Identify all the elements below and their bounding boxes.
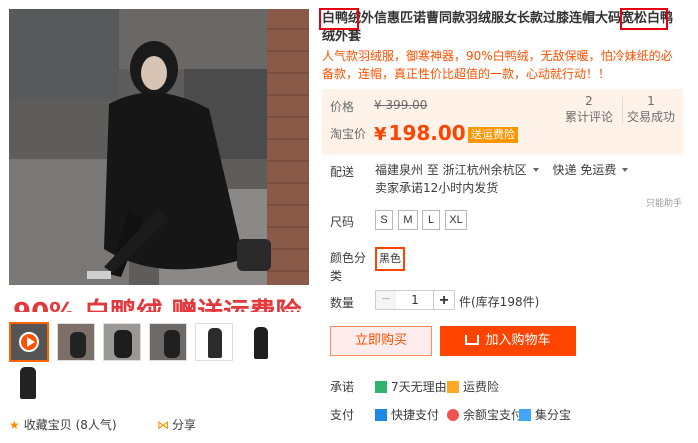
thumbnail-5[interactable] (195, 323, 233, 361)
current-price-value: 198.00 (388, 121, 466, 145)
payment-quick[interactable]: 快捷支付 (375, 406, 439, 423)
add-to-cart-button[interactable]: 加入购物车 (440, 326, 576, 356)
payment-jifenbao-label: 集分宝 (535, 408, 572, 422)
shipping-label: 配送 (330, 165, 355, 179)
sales-count: 1 (647, 94, 655, 108)
promise-7day-label: 7天无理由 (391, 380, 447, 394)
insurance-icon (447, 381, 459, 393)
size-option-xl[interactable]: XL (445, 210, 467, 230)
sales-count-stat: 1 交易成功 (621, 93, 681, 125)
shipping-info: 福建泉州 至 浙江杭州余杭区 快递 免运费 卖家承诺12小时内发货 (375, 161, 675, 197)
promise-label: 承诺 (330, 380, 355, 394)
thumbnail-4[interactable] (149, 323, 187, 361)
shipping-method-value: 快递 免运费 (552, 163, 617, 177)
payment-yuebao[interactable]: 余额宝支付 (447, 406, 523, 423)
color-option-black[interactable]: 黑色 (375, 247, 405, 271)
ship-from: 福建泉州 至 (375, 163, 439, 177)
payment-label: 支付 (330, 408, 355, 422)
thumbnail-2[interactable] (57, 323, 95, 361)
share-label: 分享 (172, 418, 197, 432)
size-option-s[interactable]: S (375, 210, 393, 230)
play-video-icon[interactable] (19, 332, 39, 352)
size-option-l[interactable]: L (422, 210, 440, 230)
thumbnail-1[interactable] (9, 322, 49, 362)
ship-promise: 卖家承诺12小时内发货 (375, 181, 499, 195)
stock-text: 件(库存198件) (459, 295, 540, 309)
size-option-m[interactable]: M (398, 210, 418, 230)
sales-count-label: 交易成功 (626, 110, 675, 124)
review-count-stat[interactable]: 2 累计评论 (559, 93, 619, 125)
payment-yuebao-label: 余额宝支付 (463, 408, 524, 422)
review-count-label: 累计评论 (564, 110, 613, 124)
product-photo (9, 9, 309, 312)
thumbnail-3[interactable] (103, 323, 141, 361)
promise-7day[interactable]: 7天无理由 (375, 378, 447, 395)
assistant-note: 只能助手 (646, 199, 683, 209)
review-count: 2 (585, 94, 593, 108)
buy-now-button[interactable]: 立即购买 (330, 326, 432, 356)
promo-banner-text: 90% 白鸭绒 赠送运费险 (13, 292, 301, 312)
share-icon: ⋈ (157, 418, 169, 432)
quantity-decrease-button[interactable]: − (375, 290, 397, 310)
seven-day-icon (375, 381, 387, 393)
size-label: 尺码 (330, 215, 355, 229)
chevron-down-icon (532, 167, 539, 172)
highlight-box-left (319, 8, 359, 30)
payment-jifenbao[interactable]: 集分宝 (519, 406, 571, 423)
highlight-box-right (620, 8, 668, 30)
yuebao-icon (447, 409, 459, 421)
favorite-label: 收藏宝贝 (23, 418, 72, 432)
quick-pay-icon (375, 409, 387, 421)
ship-to-select[interactable]: 浙江杭州余杭区 (443, 163, 549, 177)
payment-quick-label: 快捷支付 (391, 408, 440, 422)
taobao-price-label: 淘宝价 (330, 127, 367, 141)
jifenbao-icon (519, 409, 531, 421)
add-to-cart-label: 加入购物车 (485, 333, 551, 348)
quantity-label: 数量 (330, 296, 355, 310)
shipping-method-select[interactable]: 快递 免运费 (553, 163, 639, 177)
product-subtitle: 人气款羽绒服，御寒神器，90%白鸭绒，无敌保暖，怕冷妹纸的必备款，连帽，真正性价… (322, 49, 673, 81)
favorite-count: (8人气) (75, 418, 117, 432)
shipping-insurance-badge: 送运费险 (468, 127, 518, 143)
main-product-image[interactable]: 90% 白鸭绒 赠送运费险 (9, 9, 309, 312)
color-label: 颜色分类 (330, 251, 367, 283)
price-panel: 价格 ¥ 399.00 淘宝价 ¥198.00 送运费险 2 累计评论 1 交易… (322, 89, 683, 155)
thumbnail-7[interactable] (9, 363, 47, 401)
ship-to-value: 浙江杭州余杭区 (442, 163, 527, 177)
currency-symbol: ¥ (374, 124, 387, 145)
price-label: 价格 (330, 100, 355, 114)
thumbnail-6[interactable] (241, 323, 279, 361)
quantity-increase-button[interactable]: + (433, 290, 455, 310)
current-price: ¥198.00 (374, 121, 466, 145)
quantity-input[interactable] (396, 290, 434, 310)
cart-icon (465, 335, 480, 345)
promise-insurance-label: 运费险 (463, 380, 500, 394)
chevron-down-icon (622, 167, 629, 172)
star-icon: ★ (9, 418, 20, 432)
promise-insurance[interactable]: 运费险 (447, 378, 499, 395)
favorite-button[interactable]: ★ 收藏宝贝 (8人气) (9, 416, 117, 433)
original-price: ¥ 399.00 (374, 98, 428, 112)
share-button[interactable]: ⋈ 分享 (157, 416, 196, 433)
